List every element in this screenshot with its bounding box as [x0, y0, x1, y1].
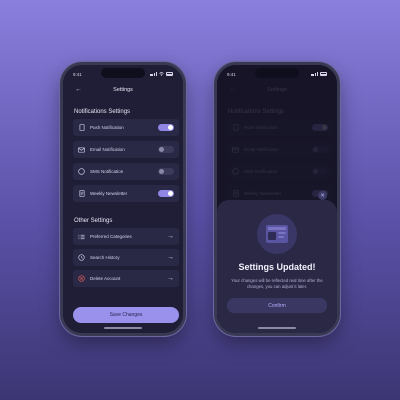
other-settings-row[interactable]: Delete Account → — [73, 270, 179, 287]
home-indicator — [104, 327, 142, 329]
battery-icon — [166, 72, 173, 76]
notification-toggle[interactable] — [158, 168, 174, 175]
modal-title: Settings Updated! — [238, 262, 316, 272]
notification-toggle[interactable] — [158, 190, 174, 197]
page-title: Settings — [113, 87, 133, 93]
confirm-button[interactable]: Confirm — [227, 298, 327, 313]
other-settings-section-title: Other Settings — [74, 218, 113, 224]
settings-screen: 9:41 ← Settings Notifications Settings P… — [63, 65, 183, 333]
status-icons — [150, 72, 173, 76]
notch — [255, 68, 299, 78]
notification-row: SMS Notification — [73, 163, 179, 180]
document-illustration-icon — [257, 214, 297, 254]
arrow-right-icon: → — [167, 275, 174, 282]
delete-icon — [78, 275, 85, 282]
chat-icon — [78, 168, 85, 175]
save-changes-button[interactable]: Save Changes — [73, 307, 179, 323]
notification-toggle[interactable] — [158, 124, 174, 131]
close-icon[interactable]: ✕ — [318, 191, 327, 200]
notification-row: Push Notification — [73, 119, 179, 136]
list-icon — [78, 233, 85, 240]
arrow-right-icon: → — [167, 254, 174, 261]
notification-label: SMS Notification — [90, 169, 124, 174]
status-time: 9:41 — [227, 71, 236, 77]
notch — [101, 68, 145, 78]
home-indicator — [258, 327, 296, 329]
battery-icon — [320, 72, 327, 76]
notification-label: Email Notification — [90, 147, 125, 152]
notification-row: Weekly Newsletter — [73, 185, 179, 202]
phone-icon — [78, 124, 85, 131]
notification-label: Push Notification — [90, 125, 124, 130]
signal-icon — [311, 72, 318, 76]
notification-toggle[interactable] — [158, 146, 174, 153]
other-settings-label: Delete Account — [90, 276, 121, 281]
other-settings-label: Search History — [90, 255, 120, 260]
notification-label: Weekly Newsletter — [90, 191, 128, 196]
signal-icon — [150, 72, 157, 76]
status-time: 9:41 — [73, 71, 82, 77]
newsletter-icon — [78, 190, 85, 197]
back-arrow-icon[interactable]: ← — [75, 86, 82, 93]
phone-settings: 9:41 ← Settings Notifications Settings P… — [60, 62, 186, 336]
wifi-icon — [159, 72, 164, 76]
settings-header: ← Settings — [63, 83, 183, 97]
notifications-section-title: Notifications Settings — [74, 109, 131, 115]
modal-body: Your changes will be reflected real time… — [231, 278, 323, 289]
notification-row: Email Notification — [73, 141, 179, 158]
other-settings-row[interactable]: Search History → — [73, 249, 179, 266]
other-settings-label: Preferred Categories — [90, 234, 132, 239]
confirmation-screen: 9:41 ← Settings Notifications Settings P… — [217, 65, 337, 333]
phone-confirmation: 9:41 ← Settings Notifications Settings P… — [214, 62, 340, 336]
confirmation-sheet: ✕ Settings Updated! Your changes will be… — [217, 191, 337, 333]
status-icons — [311, 72, 327, 76]
mail-icon — [78, 146, 85, 153]
other-settings-row[interactable]: Preferred Categories → — [73, 228, 179, 245]
arrow-right-icon: → — [167, 233, 174, 240]
history-icon — [78, 254, 85, 261]
